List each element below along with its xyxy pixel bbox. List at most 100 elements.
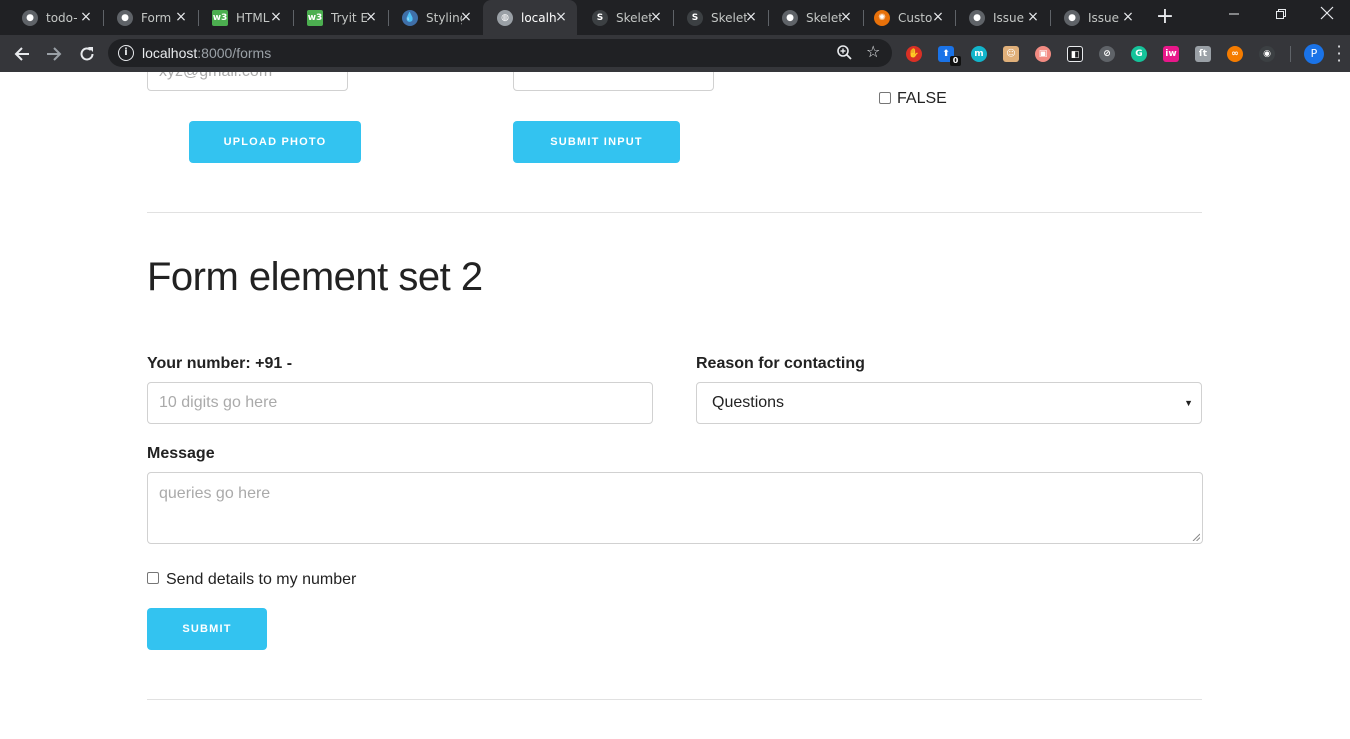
site-info-icon[interactable]: i: [118, 45, 134, 61]
tab-close-icon[interactable]: ×: [173, 9, 189, 25]
close-window-button[interactable]: [1304, 0, 1350, 35]
forward-button[interactable]: [41, 41, 67, 67]
submit-input-button[interactable]: SUBMIT INPUT: [513, 121, 680, 163]
number-input[interactable]: 10 digits go here: [147, 382, 653, 424]
address-bar[interactable]: i localhost:8000/forms ☆: [108, 39, 892, 67]
custom-icon: ✺: [874, 10, 890, 26]
false-checkbox-label: FALSE: [897, 90, 947, 107]
message-textarea[interactable]: queries go here: [147, 472, 1203, 544]
browser-tab[interactable]: S Skelet ×: [578, 0, 672, 35]
tab-close-icon[interactable]: ×: [838, 9, 854, 25]
spy-extension-icon[interactable]: ◉: [1259, 46, 1275, 62]
github-icon: ●: [969, 10, 985, 26]
face-extension-icon[interactable]: ☺: [1003, 46, 1019, 62]
adblock-extension-icon[interactable]: ✋: [906, 46, 922, 62]
tab-close-icon[interactable]: ×: [648, 9, 664, 25]
tab-title: Styling: [426, 11, 462, 25]
browser-tab[interactable]: w3 Tryit E ×: [293, 0, 387, 35]
tab-title: Issue: [1088, 11, 1120, 25]
tab-title: localh: [521, 11, 557, 25]
text-input-field[interactable]: [513, 72, 714, 91]
tab-title: todo-: [46, 11, 78, 25]
browser-tab[interactable]: ● todo- ×: [8, 0, 102, 35]
reason-label: Reason for contacting: [696, 355, 865, 372]
browser-tab[interactable]: ◍ localh ×: [483, 0, 577, 35]
mercury-extension-icon[interactable]: m: [971, 46, 987, 62]
browser-tab[interactable]: ● Skelet ×: [768, 0, 862, 35]
section-divider-bottom: [147, 699, 1202, 700]
false-checkbox[interactable]: [879, 92, 891, 104]
reload-button[interactable]: [74, 41, 100, 67]
section-heading: Form element set 2: [147, 255, 483, 299]
tab-close-icon[interactable]: ×: [363, 9, 379, 25]
github-icon: ●: [782, 10, 798, 26]
browser-toolbar: i localhost:8000/forms ☆ ✋ ⬆ 0 m ☺ ▣ ◧ ⊘…: [0, 35, 1350, 72]
tab-close-icon[interactable]: ×: [458, 9, 474, 25]
profile-avatar[interactable]: P: [1304, 44, 1324, 64]
skeleton-s-icon: S: [687, 10, 703, 26]
tab-title: Tryit E: [331, 11, 367, 25]
tab-title: Issue: [993, 11, 1025, 25]
tab-title: Custo: [898, 11, 933, 25]
tab-close-icon[interactable]: ×: [268, 9, 284, 25]
minimize-icon: [1229, 13, 1239, 15]
toolbar-divider: [1290, 46, 1291, 62]
browser-tab[interactable]: ✺ Custo ×: [860, 0, 954, 35]
browser-menu-icon[interactable]: · · ·: [1334, 39, 1344, 69]
reason-select[interactable]: Questions ▼: [696, 382, 1202, 424]
dropdown-caret-icon: ▼: [1184, 398, 1193, 408]
github-icon: ●: [22, 10, 38, 26]
browser-tab[interactable]: ● Form ×: [103, 0, 197, 35]
browser-tab[interactable]: S Skelet ×: [673, 0, 767, 35]
tab-close-icon[interactable]: ×: [1120, 9, 1136, 25]
resize-grip-icon[interactable]: [1192, 533, 1200, 541]
page-content: xyz@gmail.com FALSE UPLOAD PHOTO SUBMIT …: [0, 72, 1350, 739]
browser-tab[interactable]: ● Issue ×: [1050, 0, 1144, 35]
back-button[interactable]: [9, 41, 35, 67]
new-tab-button[interactable]: +: [1153, 5, 1177, 29]
zoom-icon[interactable]: [836, 44, 854, 62]
back-arrow-icon: [14, 47, 29, 61]
browser-tab[interactable]: 💧 Styling×: [388, 0, 482, 35]
block-extension-icon[interactable]: ⊘: [1099, 46, 1115, 62]
github-icon: ●: [1064, 10, 1080, 26]
tab-close-icon[interactable]: ×: [1025, 9, 1041, 25]
submit-button[interactable]: SUBMIT: [147, 608, 267, 650]
reader-extension-icon[interactable]: ſt: [1195, 46, 1211, 62]
url-text[interactable]: localhost:8000/forms: [142, 45, 271, 61]
infinity-extension-icon[interactable]: ∞: [1227, 46, 1243, 62]
minimize-window-button[interactable]: [1211, 0, 1257, 35]
drop-icon: 💧: [402, 10, 418, 26]
reload-icon: [80, 47, 94, 61]
bookmark-star-icon[interactable]: ☆: [866, 42, 880, 62]
tab-title: Skelet: [806, 11, 842, 25]
email-field[interactable]: xyz@gmail.com: [147, 72, 348, 91]
upload-photo-button[interactable]: UPLOAD PHOTO: [189, 121, 361, 163]
restore-window-button[interactable]: [1258, 0, 1304, 35]
extension-badge: 0: [950, 56, 961, 66]
browser-tab[interactable]: ● Issue ×: [955, 0, 1049, 35]
screen-capture-extension-icon[interactable]: ▣: [1035, 46, 1051, 62]
tab-close-icon[interactable]: ×: [930, 9, 946, 25]
skeleton-s-icon: S: [592, 10, 608, 26]
tab-title: Form: [141, 11, 172, 25]
tab-title: HTML: [236, 11, 270, 25]
grammarly-extension-icon[interactable]: G: [1131, 46, 1147, 62]
section-divider: [147, 212, 1202, 213]
message-placeholder: queries go here: [159, 485, 271, 502]
tab-close-icon[interactable]: ×: [553, 9, 569, 25]
restore-icon: [1276, 9, 1286, 19]
send-details-checkbox[interactable]: [147, 572, 159, 584]
forward-arrow-icon: [47, 47, 62, 61]
close-icon: [1320, 6, 1334, 20]
browser-tab[interactable]: w3 HTML ×: [198, 0, 292, 35]
tab-close-icon[interactable]: ×: [743, 9, 759, 25]
tab-title: Skelet: [616, 11, 652, 25]
send-details-label: Send details to my number: [166, 571, 357, 588]
window-extension-icon[interactable]: ◧: [1067, 46, 1083, 62]
iw-extension-icon[interactable]: iw: [1163, 46, 1179, 62]
tab-close-icon[interactable]: ×: [78, 9, 94, 25]
tab-title: Skelet: [711, 11, 747, 25]
message-label: Message: [147, 445, 215, 462]
reason-selected-value: Questions: [712, 394, 785, 411]
